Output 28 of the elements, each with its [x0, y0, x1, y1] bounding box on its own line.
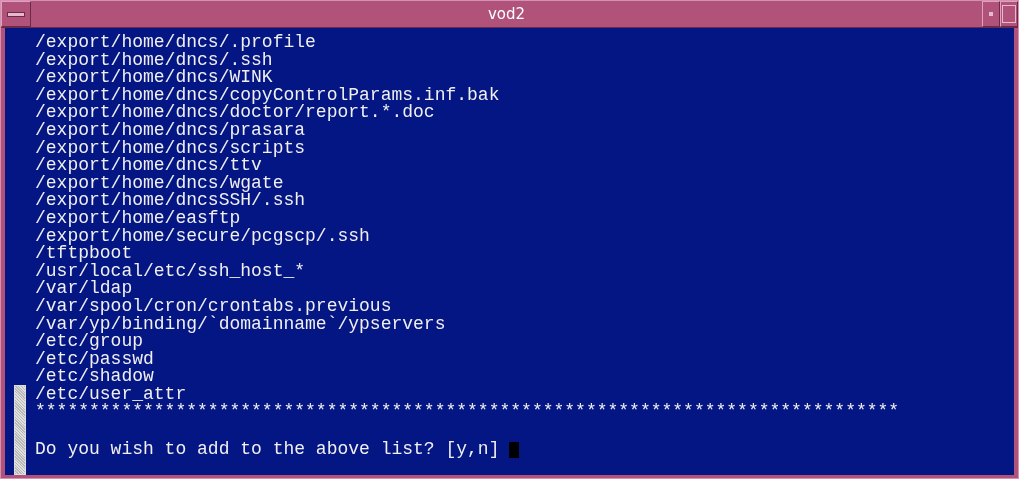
output-line: /export/home/dncs/doctor/report.*.doc	[35, 104, 435, 122]
window-menu-button[interactable]	[1, 1, 31, 27]
output-line: /etc/user_attr	[35, 385, 187, 404]
output-line: /etc/group	[35, 333, 144, 351]
separator-line: ********************************************************************************	[35, 403, 900, 422]
prompt-text: Do you wish to add to the above list? [y,n]	[35, 441, 500, 459]
output-line: /var/ldap	[35, 280, 133, 298]
output-line: /export/home/dncs/copyControlParams.inf.bak	[35, 86, 501, 105]
output-line: /export/home/dncs/prasara	[35, 121, 306, 140]
output-line: /etc/shadow	[35, 368, 154, 386]
output-line: /export/home/dncs/.ssh	[35, 51, 273, 70]
output-line: /export/home/dncs/wgate	[35, 174, 284, 193]
window-title: vod2	[486, 4, 527, 25]
output-line: /export/home/dncs/WINK	[35, 69, 273, 87]
output-line: /export/home/dncs/.profile	[35, 34, 317, 52]
output-line: /export/home/secure/pcgscp/.ssh	[35, 227, 371, 246]
text-cursor	[509, 441, 520, 458]
output-line: /export/home/dncsSSH/.ssh	[35, 192, 307, 210]
output-line: /etc/passwd	[35, 350, 155, 369]
output-line: /export/home/dncs/scripts	[35, 139, 307, 158]
output-line: /var/spool/cron/crontabs.previous	[35, 297, 392, 316]
scrollbar-thumb[interactable]	[14, 385, 26, 475]
minimize-button[interactable]	[982, 1, 1000, 27]
output-line: /export/home/easftp	[35, 209, 241, 228]
output-line: /export/home/dncs/ttv	[35, 157, 262, 175]
maximize-button[interactable]	[1000, 1, 1018, 27]
output-line: /usr/local/etc/ssh_host_*	[35, 262, 307, 281]
output-line: /tftpboot	[35, 245, 133, 263]
